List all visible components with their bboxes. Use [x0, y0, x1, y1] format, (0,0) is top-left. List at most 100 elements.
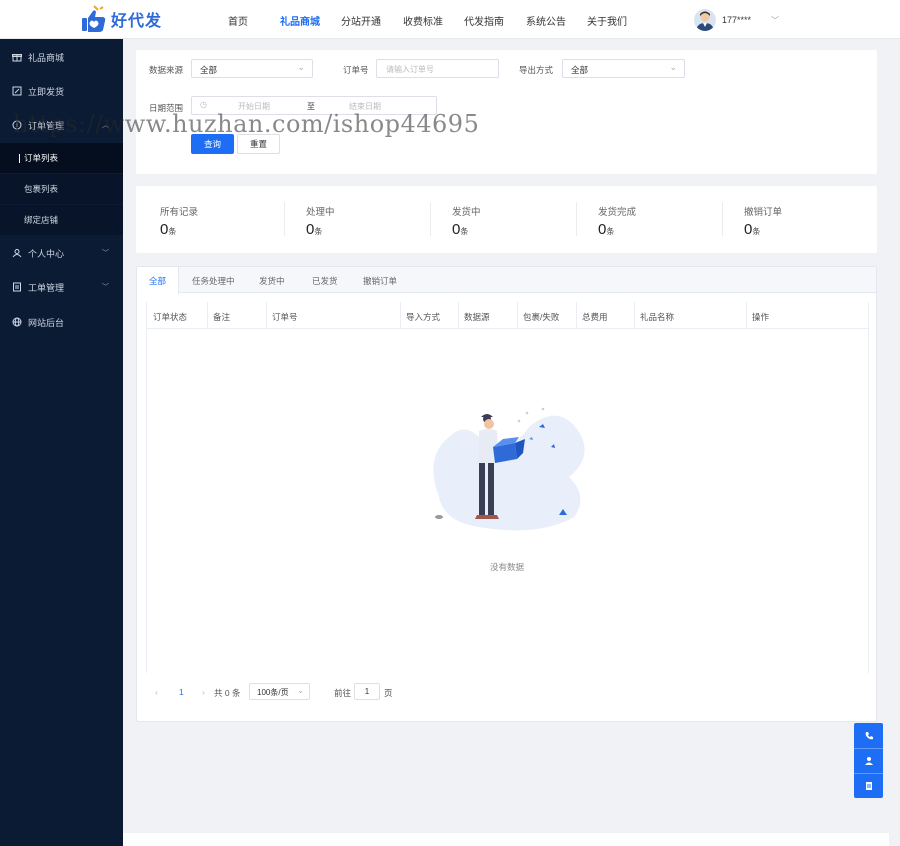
chevron-down-icon[interactable]: ﹀	[771, 15, 779, 26]
reset-button[interactable]: 重置	[237, 134, 280, 154]
col-order-no: 订单号	[272, 312, 298, 322]
nav-announcements[interactable]: 系统公告	[526, 13, 566, 28]
sidebar-sub-package-list[interactable]: 包裹列表	[0, 174, 123, 204]
sidebar-item-label: 礼品商城	[28, 52, 65, 63]
doc-icon[interactable]	[854, 773, 883, 798]
page-size-select[interactable]: 100条/页 ⌄	[249, 683, 310, 700]
sidebar-item-label: 订单管理	[28, 120, 65, 131]
col-import: 导入方式	[406, 312, 441, 322]
contact-icon[interactable]	[854, 748, 883, 773]
divider	[284, 202, 285, 236]
stat-label: 发货中	[452, 207, 481, 218]
stat-value: 0条	[306, 221, 323, 238]
stat-label: 处理中	[306, 207, 335, 218]
sidebar-item-gift-mall[interactable]: 礼品商城	[0, 42, 123, 72]
sidebar-sub-bind-shop[interactable]: 绑定店铺	[0, 205, 123, 235]
export-select[interactable]: 全部 ⌄	[562, 59, 685, 78]
sidebar: 礼品商城 立即发货 订单管理 ︿ 订单列表 包裹列表 绑定店铺 个人中心 ﹀ 工…	[0, 39, 123, 846]
tab-shipping[interactable]: 发货中	[259, 275, 285, 287]
chevron-up-icon: ︿	[102, 122, 109, 129]
export-label: 导出方式	[519, 65, 554, 75]
tab-processing[interactable]: 任务处理中	[192, 275, 235, 287]
order-icon	[12, 120, 22, 130]
sidebar-sub-order-list[interactable]: 订单列表	[0, 143, 123, 173]
orders-table: 订单状态 备注 订单号 导入方式 数据源 包裹/失败 总费用 礼品名称 操作 没…	[146, 302, 869, 673]
gift-icon	[12, 54, 22, 62]
sidebar-item-label: 工单管理	[28, 282, 65, 293]
nav-about[interactable]: 关于我们	[587, 13, 627, 28]
sidebar-item-label: 个人中心	[28, 248, 65, 259]
source-label: 数据来源	[149, 65, 184, 75]
sidebar-item-ship-now[interactable]: 立即发货	[0, 76, 123, 106]
date-end-placeholder: 结束日期	[349, 102, 381, 111]
ticket-icon	[13, 282, 21, 292]
prev-page-button[interactable]: ‹	[155, 687, 158, 697]
col-actions: 操作	[752, 312, 770, 322]
nav-substation[interactable]: 分站开通	[341, 13, 381, 28]
stat-all: 所有记录 0条	[160, 204, 198, 238]
avatar	[694, 9, 716, 31]
divider	[430, 202, 431, 236]
chevron-down-icon: ﹀	[102, 250, 109, 257]
stat-value: 0条	[452, 221, 469, 238]
table-header: 订单状态 备注 订单号 导入方式 数据源 包裹/失败 总费用 礼品名称 操作	[147, 302, 868, 329]
globe-icon	[12, 317, 22, 327]
sidebar-item-personal[interactable]: 个人中心 ﹀	[0, 238, 123, 268]
page-suffix: 页	[384, 688, 393, 698]
sidebar-item-label: 网站后台	[28, 317, 65, 328]
nav-pricing[interactable]: 收费标准	[403, 13, 443, 28]
divider	[576, 202, 577, 236]
sidebar-sub-label: 包裹列表	[24, 184, 59, 194]
next-page-button[interactable]: ›	[202, 687, 205, 697]
sidebar-item-order-mgmt[interactable]: 订单管理 ︿	[0, 110, 123, 140]
stat-shipped: 发货完成 0条	[598, 204, 636, 238]
phone-icon[interactable]	[854, 723, 883, 748]
nav-guide[interactable]: 代发指南	[464, 13, 504, 28]
current-page[interactable]: 1	[179, 687, 184, 697]
clock-icon: ◷	[200, 100, 207, 109]
page-size-value: 100条/页	[257, 688, 289, 697]
stat-cancelled: 撤销订单 0条	[744, 204, 782, 238]
filter-panel: 数据来源 全部 ⌄ 订单号 请输入订单号 导出方式 全部 ⌄ 日期范围 ◷ 开始…	[136, 50, 877, 174]
date-label: 日期范围	[149, 103, 184, 113]
order-no-input[interactable]: 请输入订单号	[376, 59, 499, 78]
chevron-down-icon: ⌄	[297, 62, 305, 72]
col-source: 数据源	[464, 312, 490, 322]
tab-cancelled[interactable]: 撤销订单	[363, 275, 397, 287]
edit-icon	[12, 86, 22, 96]
user-icon	[12, 249, 22, 258]
empty-box-illustration	[433, 407, 585, 531]
query-button[interactable]: 查询	[191, 134, 234, 154]
stat-label: 发货完成	[598, 207, 637, 218]
sidebar-item-label: 立即发货	[28, 86, 65, 97]
goto-label: 前往	[334, 688, 352, 698]
sidebar-sub-label: 订单列表	[24, 153, 59, 163]
brand-name: 好代发	[111, 13, 163, 30]
tab-shipped[interactable]: 已发货	[312, 275, 338, 287]
order-no-label: 订单号	[343, 65, 369, 75]
nav-gift-mall[interactable]: 礼品商城	[280, 13, 320, 28]
chevron-down-icon: ﹀	[102, 284, 109, 291]
sidebar-item-ticket[interactable]: 工单管理 ﹀	[0, 272, 123, 302]
col-package: 包裹/失败	[523, 312, 560, 322]
floating-toolbar	[854, 723, 883, 798]
logo[interactable]: 好代发	[80, 4, 162, 34]
nav-home[interactable]: 首页	[228, 13, 248, 28]
sidebar-item-site-admin[interactable]: 网站后台	[0, 307, 123, 337]
tab-all[interactable]: 全部	[149, 275, 166, 287]
source-select[interactable]: 全部 ⌄	[191, 59, 313, 78]
export-select-value: 全部	[571, 65, 589, 75]
empty-text: 没有数据	[490, 562, 525, 572]
stat-processing: 处理中 0条	[306, 204, 335, 238]
order-no-placeholder: 请输入订单号	[386, 65, 434, 74]
date-start-placeholder: 开始日期	[238, 102, 270, 111]
goto-page-input[interactable]: 1	[354, 683, 380, 700]
tab-bar	[137, 267, 876, 293]
stat-label: 撤销订单	[744, 207, 783, 218]
stat-value: 0条	[160, 221, 177, 238]
stat-shipping: 发货中 0条	[452, 204, 481, 238]
chevron-down-icon: ⌄	[669, 62, 677, 72]
date-range-picker[interactable]: ◷ 开始日期 至 结束日期	[191, 96, 437, 115]
user-menu[interactable]: 177**** ﹀	[694, 9, 779, 31]
thumbs-up-logo-icon	[80, 4, 107, 34]
